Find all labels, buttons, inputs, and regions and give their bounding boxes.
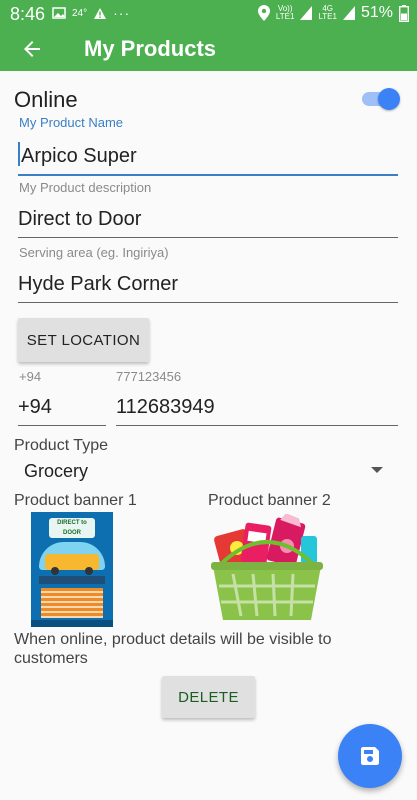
product-type-label: Product Type	[14, 437, 108, 454]
country-code-value: +94	[18, 396, 52, 418]
banner2-label: Product banner 2	[208, 492, 331, 509]
country-code-hint: +94	[19, 369, 42, 384]
more-dots-icon: ···	[113, 5, 131, 21]
product-description-value: Direct to Door	[18, 208, 142, 230]
image-icon	[52, 7, 66, 19]
product-name-field[interactable]: Arpico Super	[18, 142, 398, 176]
signal-icon	[342, 6, 355, 20]
status-icons-right: Vo)) LTE1 4G LTE1 51%	[257, 4, 409, 22]
price-table-graphic	[41, 588, 103, 618]
page-title: My Products	[84, 36, 217, 61]
product-description-label: My Product description	[19, 180, 152, 195]
serving-area-field[interactable]: Hyde Park Corner	[18, 273, 398, 303]
toggle-thumb	[378, 88, 400, 110]
text-cursor	[18, 142, 20, 166]
product-type-dropdown[interactable]: Grocery	[14, 458, 399, 484]
status-bar: 8:46 24° ··· Vo)) LTE1 4G LTE1 51%	[0, 0, 417, 28]
warning-icon	[94, 7, 107, 19]
product-type-value: Grocery	[24, 461, 89, 481]
save-fab-button[interactable]	[338, 724, 402, 788]
status-time: 8:46	[10, 4, 46, 24]
product-description-field[interactable]: Direct to Door	[18, 208, 398, 238]
serving-area-value: Hyde Park Corner	[18, 273, 179, 295]
online-label: Online	[14, 87, 78, 112]
signal-icon	[300, 6, 313, 20]
location-pin-icon	[257, 5, 270, 21]
phone-value: 112683949	[116, 396, 215, 418]
save-icon	[361, 747, 379, 765]
temperature-text: 24°	[72, 7, 88, 19]
network-volte: Vo)) LTE1	[275, 4, 295, 21]
country-code-field[interactable]: +94	[18, 396, 106, 426]
set-location-button[interactable]: SET LOCATION	[18, 318, 149, 362]
product-name-value: Arpico Super	[21, 145, 137, 167]
banner1-label: Product banner 1	[14, 492, 137, 509]
serving-area-label: Serving area (eg. Ingiriya)	[19, 245, 169, 260]
online-visibility-note: When online, product details will be vis…	[14, 631, 332, 667]
app-bar: My Products	[0, 28, 417, 71]
product-name-label: My Product Name	[19, 115, 124, 130]
banner-logo: DIRECT to DOOR	[49, 518, 95, 538]
online-toggle[interactable]	[360, 88, 400, 110]
battery-text: 51%	[360, 4, 393, 21]
arrow-left-icon[interactable]	[20, 37, 44, 61]
grocery-basket-icon[interactable]	[207, 514, 327, 624]
status-icons-left: 24° ···	[52, 5, 130, 21]
phone-hint: 777123456	[116, 369, 182, 384]
product-banner-1-image[interactable]: DIRECT to DOOR	[31, 512, 113, 627]
dropdown-arrow-icon	[371, 467, 383, 473]
network-4g: 4G LTE1	[318, 4, 337, 21]
delete-button[interactable]: DELETE	[162, 676, 255, 718]
battery-icon	[399, 4, 409, 22]
phone-field[interactable]: 112683949	[116, 396, 398, 426]
